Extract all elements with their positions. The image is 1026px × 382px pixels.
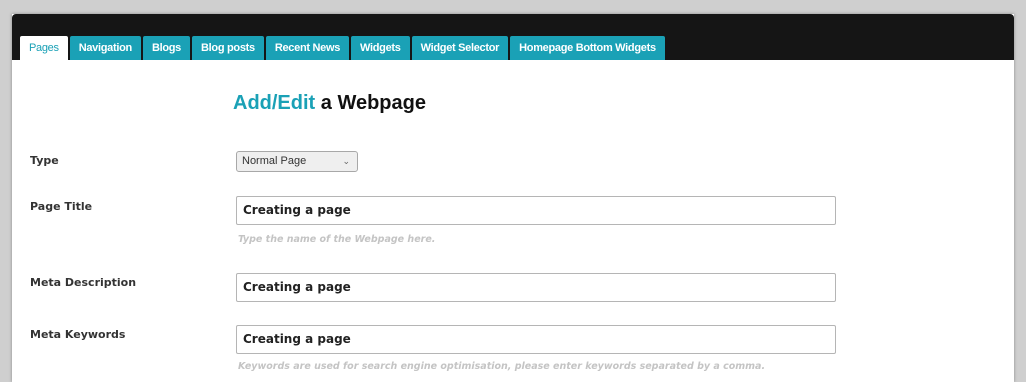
tab-blog-posts[interactable]: Blog posts [192,36,264,60]
meta-keywords-label: Meta Keywords [30,328,126,341]
heading-accent: Add/Edit [233,92,316,114]
tab-bar: Pages Navigation Blogs Blog posts Recent… [12,14,1014,60]
tab-widget-selector[interactable]: Widget Selector [411,36,509,60]
heading-rest: a Webpage [315,92,426,114]
type-select[interactable]: Normal Page ⌄ [236,151,358,172]
meta-keywords-hint: Keywords are used for search engine opti… [238,361,766,372]
page-title-label: Page Title [30,200,93,213]
page-title-hint: Type the name of the Webpage here. [238,234,436,245]
page-title-input[interactable]: Creating a page [236,196,836,225]
tab-homepage-bottom-widgets[interactable]: Homepage Bottom Widgets [510,36,665,60]
editor-panel: Pages Navigation Blogs Blog posts Recent… [12,14,1014,382]
tab-pages[interactable]: Pages [20,36,68,60]
tab-widgets[interactable]: Widgets [351,36,410,60]
meta-keywords-input[interactable]: Creating a page [236,325,836,354]
chevron-down-icon: ⌄ [342,156,350,166]
type-select-value: Normal Page [242,155,307,167]
meta-description-label: Meta Description [30,276,137,289]
tab-recent-news[interactable]: Recent News [265,36,350,60]
tab-list: Pages Navigation Blogs Blog posts Recent… [20,36,667,60]
tab-blogs[interactable]: Blogs [142,36,190,60]
type-label: Type [30,154,59,167]
meta-description-input[interactable]: Creating a page [236,273,836,302]
tab-navigation[interactable]: Navigation [69,36,141,60]
page-heading: Add/Edit a Webpage [233,92,426,115]
